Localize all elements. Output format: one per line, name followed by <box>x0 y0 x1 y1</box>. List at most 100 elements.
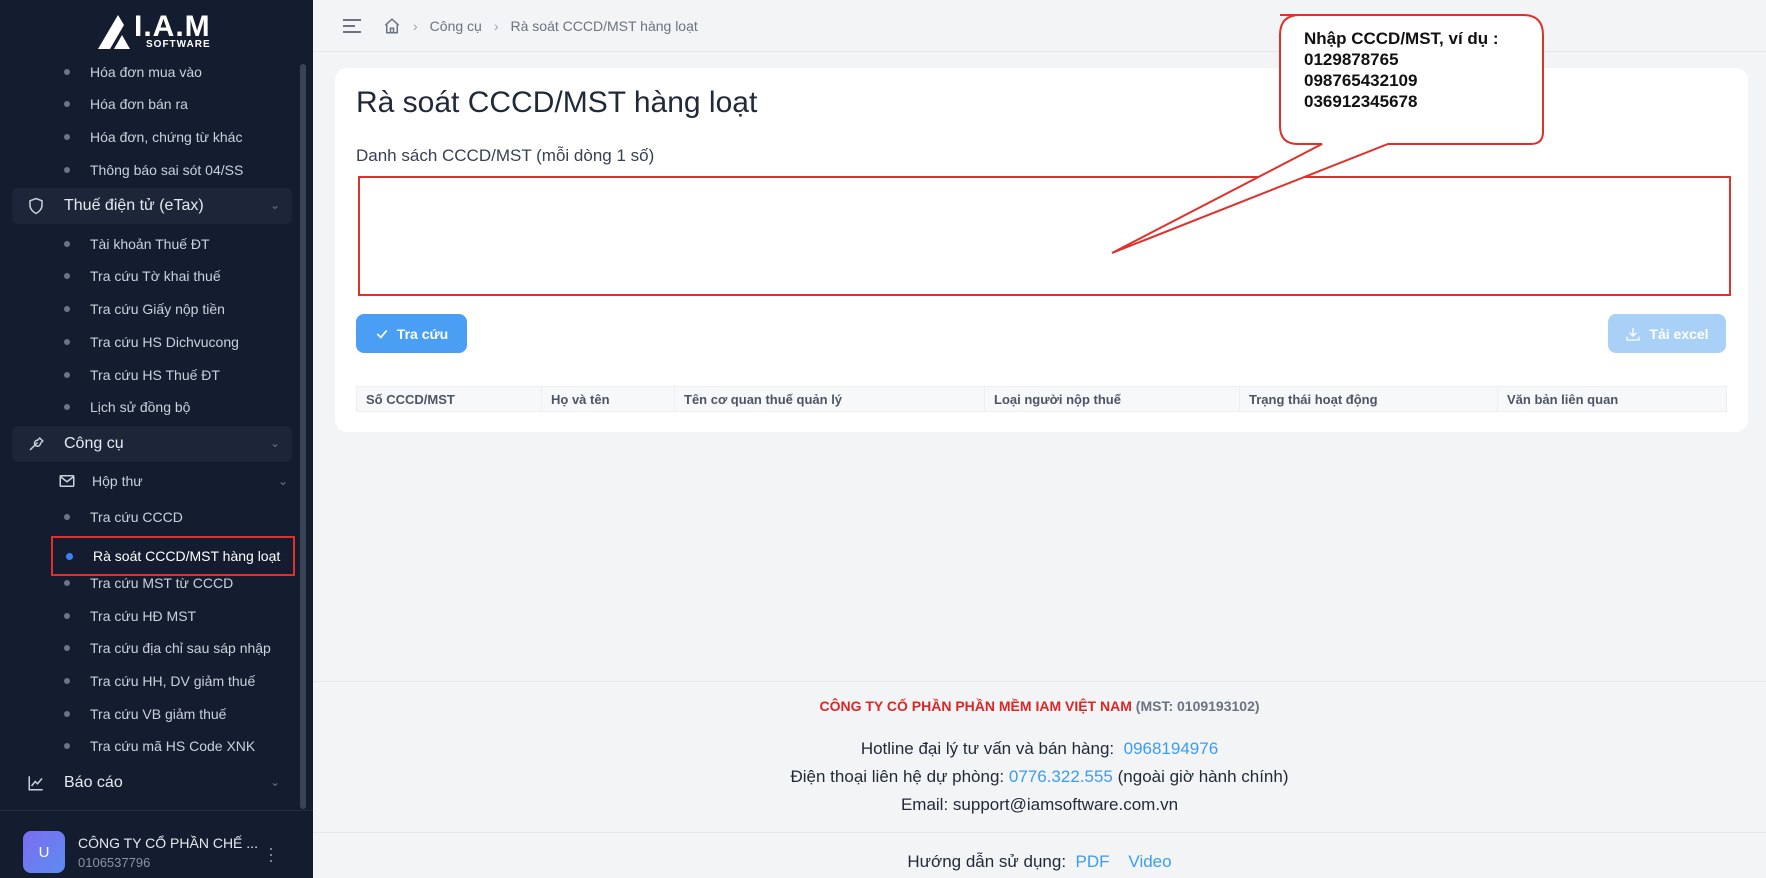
bullet-icon <box>64 645 70 651</box>
sidebar-item-label: Hóa đơn, chứng từ khác <box>90 129 243 145</box>
sidebar-group-label: Thuế điện tử (eTax) <box>64 197 204 214</box>
sidebar-scrollbar[interactable] <box>300 64 306 809</box>
search-button[interactable]: Tra cứu <box>356 314 467 353</box>
chart-icon <box>26 773 46 793</box>
chevron-right-icon: › <box>413 17 418 34</box>
table-header-cell[interactable]: Tên cơ quan thuế quản lý <box>675 387 985 411</box>
sidebar-item-tra-cuu-hs-code[interactable]: Tra cứu mã HS Code XNK <box>50 731 255 761</box>
mail-icon <box>58 472 76 490</box>
bullet-icon <box>64 273 70 279</box>
home-icon[interactable] <box>383 17 401 35</box>
bullet-icon <box>64 711 70 717</box>
callout-text: Nhập CCCD/MST, ví dụ : 0129878765 098765… <box>1304 28 1499 112</box>
footer-email[interactable]: Email: support@iamsoftware.com.vn <box>313 795 1766 815</box>
bullet-icon <box>64 134 70 140</box>
company-name: CÔNG TY CỔ PHẦN PHẦN MỀM IAM VIỆT NAM <box>819 698 1132 714</box>
sidebar-group-label: Báo cáo <box>64 774 123 791</box>
hotline-label: Hotline đại lý tư vấn và bán hàng: <box>860 739 1115 758</box>
table-header-cell[interactable]: Loại người nộp thuế <box>985 387 1240 411</box>
sidebar-item-tra-cuu-to-khai[interactable]: Tra cứu Tờ khai thuế <box>50 261 221 291</box>
sidebar-item-hoa-don-chung-tu-khac[interactable]: Hóa đơn, chứng từ khác <box>50 122 242 152</box>
sidebar-group-tools[interactable]: Công cụ ⌄ <box>12 426 292 462</box>
sidebar-item-label: Tra cứu CCCD <box>90 509 183 525</box>
download-excel-label: Tải excel <box>1649 325 1709 342</box>
sidebar: I.A.M SOFTWARE Hóa đơn mua vào Hóa đơn b… <box>0 0 313 878</box>
sidebar-item-mailbox[interactable]: Hộp thư ⌄ <box>50 466 290 496</box>
backup-note: (ngoài giờ hành chính) <box>1117 767 1289 786</box>
sidebar-item-tra-cuu-dia-chi[interactable]: Tra cứu địa chỉ sau sáp nhập <box>50 633 271 663</box>
sidebar-item-tra-cuu-hs-dichvucong[interactable]: Tra cứu HS Dichvucong <box>50 327 239 357</box>
footer-guide: Hướng dẫn sử dụng: PDF Video <box>313 852 1766 872</box>
user-mst: 0106537796 <box>78 855 151 870</box>
sidebar-item-label: Tra cứu HS Thuế ĐT <box>90 367 220 383</box>
table-header-cell[interactable]: Số CCCD/MST <box>357 387 542 411</box>
callout-line: 036912345678 <box>1304 92 1418 111</box>
sidebar-item-thong-bao-sai-sot[interactable]: Thông báo sai sót 04/SS <box>50 155 243 185</box>
bullet-icon <box>64 69 70 75</box>
breadcrumb-tools[interactable]: Công cụ <box>430 18 482 34</box>
company-mst: (MST: 0109193102) <box>1135 698 1260 714</box>
sidebar-item-label: Lịch sử đồng bộ <box>90 399 191 415</box>
avatar[interactable]: U <box>23 831 65 873</box>
bullet-icon <box>64 678 70 684</box>
download-excel-button[interactable]: Tải excel <box>1608 314 1726 353</box>
logo-main-text: I.A.M <box>134 10 211 43</box>
sidebar-item-tra-cuu-giay-nop-tien[interactable]: Tra cứu Giấy nộp tiền <box>50 294 225 324</box>
sidebar-item-tra-cuu-cccd[interactable]: Tra cứu CCCD <box>50 502 183 532</box>
sidebar-item-tra-cuu-vb[interactable]: Tra cứu VB giảm thuế <box>50 699 226 729</box>
check-icon <box>376 329 388 339</box>
chevron-down-icon: ⌄ <box>277 474 288 488</box>
sidebar-item-label: Tra cứu mã HS Code XNK <box>90 738 256 754</box>
table-header-cell[interactable]: Họ và tên <box>542 387 675 411</box>
more-options-icon[interactable]: · · · <box>268 839 274 869</box>
footer-backup-phone: Điện thoại liên hệ dự phòng: 0776.322.55… <box>313 767 1766 787</box>
sidebar-item-tra-cuu-hh-dv[interactable]: Tra cứu HH, DV giảm thuế <box>50 666 255 696</box>
footer: CÔNG TY CỔ PHẦN PHẦN MỀM IAM VIỆT NAM (M… <box>313 681 1766 878</box>
bullet-icon <box>64 339 70 345</box>
sidebar-item-hoa-don-mua-vao[interactable]: Hóa đơn mua vào <box>50 57 202 87</box>
search-button-label: Tra cứu <box>396 325 449 342</box>
bullet-icon <box>64 613 70 619</box>
bullet-icon <box>64 514 70 520</box>
backup-label: Điện thoại liên hệ dự phòng: <box>790 767 1005 786</box>
sidebar-item-label: Tra cứu HH, DV giảm thuế <box>90 673 256 689</box>
sidebar-item-hoa-don-ban-ra[interactable]: Hóa đơn bán ra <box>50 89 188 119</box>
sidebar-item-label: Hóa đơn mua vào <box>90 64 202 80</box>
wrench-icon <box>26 434 46 454</box>
sidebar-group-label: Công cụ <box>64 435 124 452</box>
user-panel[interactable]: U CÔNG TY CỔ PHẦN CHẾ ... 0106537796 · · · <box>0 810 313 878</box>
sidebar-item-label: Thông báo sai sót 04/SS <box>90 162 244 178</box>
sidebar-item-label: Hóa đơn bán ra <box>90 96 188 112</box>
sidebar-group-etax[interactable]: Thuế điện tử (eTax) ⌄ <box>12 188 292 224</box>
sidebar-item-label: Tra cứu địa chỉ sau sáp nhập <box>90 640 271 656</box>
download-icon <box>1626 327 1641 341</box>
sidebar-item-tai-khoan-thue[interactable]: Tài khoản Thuế ĐT <box>50 229 210 259</box>
table-header-cell[interactable]: Trạng thái hoạt động <box>1240 387 1498 411</box>
sidebar-item-label: Rà soát CCCD/MST hàng loạt <box>93 548 281 564</box>
callout-line: Nhập CCCD/MST, ví dụ : <box>1304 29 1499 48</box>
sidebar-item-tra-cuu-hs-thue[interactable]: Tra cứu HS Thuế ĐT <box>50 360 220 390</box>
bullet-icon <box>64 372 70 378</box>
hotline-link[interactable]: 0968194976 <box>1124 739 1219 758</box>
shield-icon <box>26 196 46 216</box>
backup-phone-link[interactable]: 0776.322.555 <box>1009 767 1113 786</box>
table-header-cell[interactable]: Văn bản liên quan <box>1498 387 1726 411</box>
menu-toggle-icon[interactable] <box>343 18 363 33</box>
page-title: Rà soát CCCD/MST hàng loạt <box>356 86 758 119</box>
guide-label: Hướng dẫn sử dụng: <box>907 852 1067 871</box>
callout-line: 098765432109 <box>1304 71 1418 90</box>
sidebar-item-tra-cuu-hd-mst[interactable]: Tra cứu HĐ MST <box>50 601 196 631</box>
sidebar-item-lich-su-dong-bo[interactable]: Lịch sử đồng bộ <box>50 392 190 422</box>
logo[interactable]: I.A.M SOFTWARE <box>96 10 212 52</box>
bullet-icon <box>64 743 70 749</box>
chevron-down-icon: ⌄ <box>269 436 280 450</box>
user-name: CÔNG TY CỔ PHẦN CHẾ ... <box>78 835 258 851</box>
logo-sub-text: SOFTWARE <box>146 39 211 50</box>
sidebar-item-tra-cuu-mst-tu-cccd[interactable]: Tra cứu MST từ CCCD <box>50 568 233 598</box>
results-table-header: Số CCCD/MST Họ và tên Tên cơ quan thuế q… <box>356 386 1727 412</box>
sidebar-group-reports[interactable]: Báo cáo ⌄ <box>12 765 292 801</box>
guide-video-link[interactable]: Video <box>1128 852 1171 871</box>
guide-pdf-link[interactable]: PDF <box>1076 852 1110 871</box>
breadcrumb-current: Rà soát CCCD/MST hàng loạt <box>510 17 698 34</box>
callout-line: 0129878765 <box>1304 50 1399 69</box>
